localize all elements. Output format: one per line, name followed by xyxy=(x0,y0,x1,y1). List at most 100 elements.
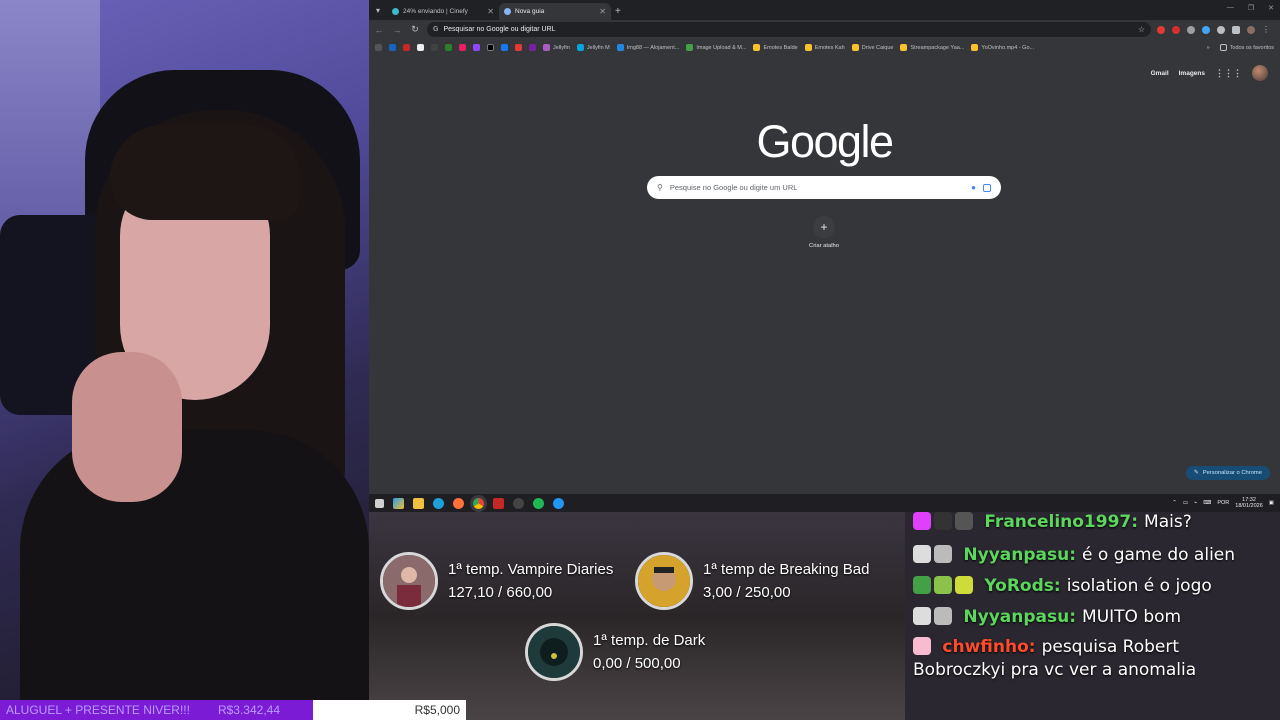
chat-text: MUITO bom xyxy=(1082,607,1182,627)
goal-vampire-diaries: 1ª temp. Vampire Diaries 127,10 / 660,00 xyxy=(380,552,613,610)
search-input[interactable]: ⚲ Pesquise no Google ou digite um URL ● xyxy=(647,176,1001,199)
back-icon[interactable]: ← xyxy=(373,25,385,35)
firefox-icon[interactable] xyxy=(453,497,464,509)
goal-title: 1ª temp. de Dark xyxy=(593,632,706,649)
customize-label: Personalizar o Chrome xyxy=(1202,470,1262,476)
bookmark-item[interactable]: Jellyfin M xyxy=(576,44,610,51)
network-icon[interactable]: ⌁ xyxy=(1194,500,1197,506)
puzzle-icon[interactable] xyxy=(1232,25,1240,34)
add-shortcut-button[interactable]: + Criar atalho xyxy=(799,216,849,249)
app-icon[interactable] xyxy=(493,497,504,509)
tab-new[interactable]: Nova guia ✕ xyxy=(499,3,611,20)
shortcut-label: Criar atalho xyxy=(809,243,839,249)
extensions-row: ⋮ xyxy=(1157,25,1276,34)
omnibox[interactable]: G Pesquisar no Google ou digitar URL ☆ xyxy=(427,22,1151,37)
clock[interactable]: 17:32 18/01/2026 xyxy=(1235,497,1263,509)
pencil-icon: ✎ xyxy=(1193,470,1199,476)
close-window-icon[interactable]: ✕ xyxy=(1268,4,1274,12)
upload-icon xyxy=(686,44,694,51)
lens-icon[interactable] xyxy=(983,183,991,192)
facebook-icon[interactable] xyxy=(501,44,508,51)
chrome-icon[interactable] xyxy=(473,497,484,509)
gmail-link[interactable]: Gmail xyxy=(1151,70,1169,77)
bookmark-icon[interactable] xyxy=(459,44,466,51)
bookmark-icon[interactable] xyxy=(403,44,410,51)
customize-chrome-button[interactable]: ✎ Personalizar o Chrome xyxy=(1185,466,1270,480)
bookmark-item[interactable]: Streampackage Yaa... xyxy=(900,44,964,51)
all-bookmarks-button[interactable]: Todos os favoritos xyxy=(1219,44,1274,51)
app-icon[interactable] xyxy=(553,497,564,509)
bookmark-label: Streampackage Yaa... xyxy=(910,44,965,51)
bookmark-star-icon[interactable]: ☆ xyxy=(1138,25,1145,34)
extension-icon[interactable] xyxy=(1202,25,1210,34)
bookmark-item[interactable]: Jellyfin xyxy=(543,44,570,51)
profile-icon[interactable] xyxy=(1247,25,1255,34)
cat-badge-icon xyxy=(913,607,931,625)
start-icon[interactable] xyxy=(375,498,384,508)
cat-badge-icon xyxy=(934,512,952,530)
menu-dots-icon[interactable]: ⋮ xyxy=(1262,25,1270,34)
chat-message: YoRods: isolation é o jogo xyxy=(913,574,1272,599)
tab-search-icon[interactable]: ▾ xyxy=(369,0,387,20)
close-icon[interactable]: ✕ xyxy=(599,7,606,16)
tab-cinefy[interactable]: 24% enviando | Cinefy ✕ xyxy=(387,3,499,20)
all-bookmarks-label: Todos os favoritos xyxy=(1229,44,1274,51)
date: 18/01/2026 xyxy=(1235,503,1263,509)
tab-label: 24% enviando | Cinefy xyxy=(403,8,468,15)
display-icon[interactable]: ▭ xyxy=(1183,500,1188,506)
search-placeholder: Pesquise no Google ou digite um URL xyxy=(669,183,798,192)
window-controls: — ❐ ✕ xyxy=(1227,4,1274,12)
extension-icon[interactable] xyxy=(1157,25,1165,34)
minimize-icon[interactable]: — xyxy=(1227,4,1234,12)
copilot-icon[interactable] xyxy=(393,497,404,509)
file-explorer-icon[interactable] xyxy=(413,497,424,509)
bookmark-item[interactable]: Emotes Balde xyxy=(753,44,798,51)
bookmark-icon[interactable] xyxy=(431,44,438,51)
goal-value: 0,00 / 500,00 xyxy=(593,655,681,672)
apps-grid-icon[interactable] xyxy=(375,44,382,51)
twitch-icon[interactable] xyxy=(473,44,480,51)
poster-image xyxy=(525,623,583,681)
reload-icon[interactable]: ↻ xyxy=(409,24,421,35)
obs-icon[interactable] xyxy=(513,497,524,509)
bookmark-icon[interactable] xyxy=(389,44,396,51)
mic-icon[interactable]: ● xyxy=(971,183,976,192)
chevron-right-icon[interactable]: » xyxy=(1207,45,1210,51)
chat-username: chwfinho: xyxy=(942,637,1036,657)
forward-icon[interactable]: → xyxy=(391,25,403,35)
avatar[interactable] xyxy=(1252,65,1268,81)
bookmark-item[interactable]: Drive Caique xyxy=(851,44,893,51)
extension-icon[interactable] xyxy=(1187,25,1195,34)
edge-icon[interactable] xyxy=(433,497,444,509)
chevron-up-icon[interactable]: ⌃ xyxy=(1172,500,1177,506)
img-icon xyxy=(616,44,624,51)
bookmark-icon[interactable] xyxy=(417,44,424,51)
bookmark-item[interactable]: Image Upload & M... xyxy=(686,44,746,51)
bookmark-icon[interactable] xyxy=(529,44,536,51)
chat-message: Nyyanpasu: MUITO bom xyxy=(913,605,1272,630)
jellyfin-icon xyxy=(543,44,550,51)
cat-badge-icon xyxy=(934,545,952,563)
bookmark-item[interactable]: YoOvinho.mp4 - Go... xyxy=(971,44,1034,51)
spotify-icon[interactable] xyxy=(533,497,544,509)
images-link[interactable]: Imagens xyxy=(1179,70,1205,77)
extension-icon[interactable] xyxy=(1172,25,1180,34)
jellyfin-icon xyxy=(576,44,584,51)
bookmark-item[interactable]: Emotes Kah xyxy=(804,44,845,51)
new-tab-button[interactable]: + xyxy=(615,3,621,20)
x-icon[interactable] xyxy=(487,44,494,51)
poster-art xyxy=(528,626,580,678)
bookmark-icon[interactable] xyxy=(445,44,452,51)
bookmark-icon[interactable] xyxy=(515,44,522,51)
close-icon[interactable]: ✕ xyxy=(487,7,494,16)
keyboard-icon[interactable]: ⌨ xyxy=(1203,500,1211,506)
extension-icon[interactable] xyxy=(1217,25,1225,34)
notification-icon[interactable]: ▣ xyxy=(1269,500,1274,506)
chat-message: chwfinho: pesquisa Robert Bobroczkyi pra … xyxy=(913,636,1272,682)
maximize-icon[interactable]: ❐ xyxy=(1248,4,1254,12)
bookmark-item[interactable]: Img88 — Alojament... xyxy=(616,44,679,51)
language-indicator[interactable]: POR xyxy=(1217,500,1229,506)
overlay-background xyxy=(369,512,905,720)
poster-art xyxy=(638,555,690,607)
google-apps-icon[interactable]: ⋮⋮⋮ xyxy=(1215,68,1242,79)
